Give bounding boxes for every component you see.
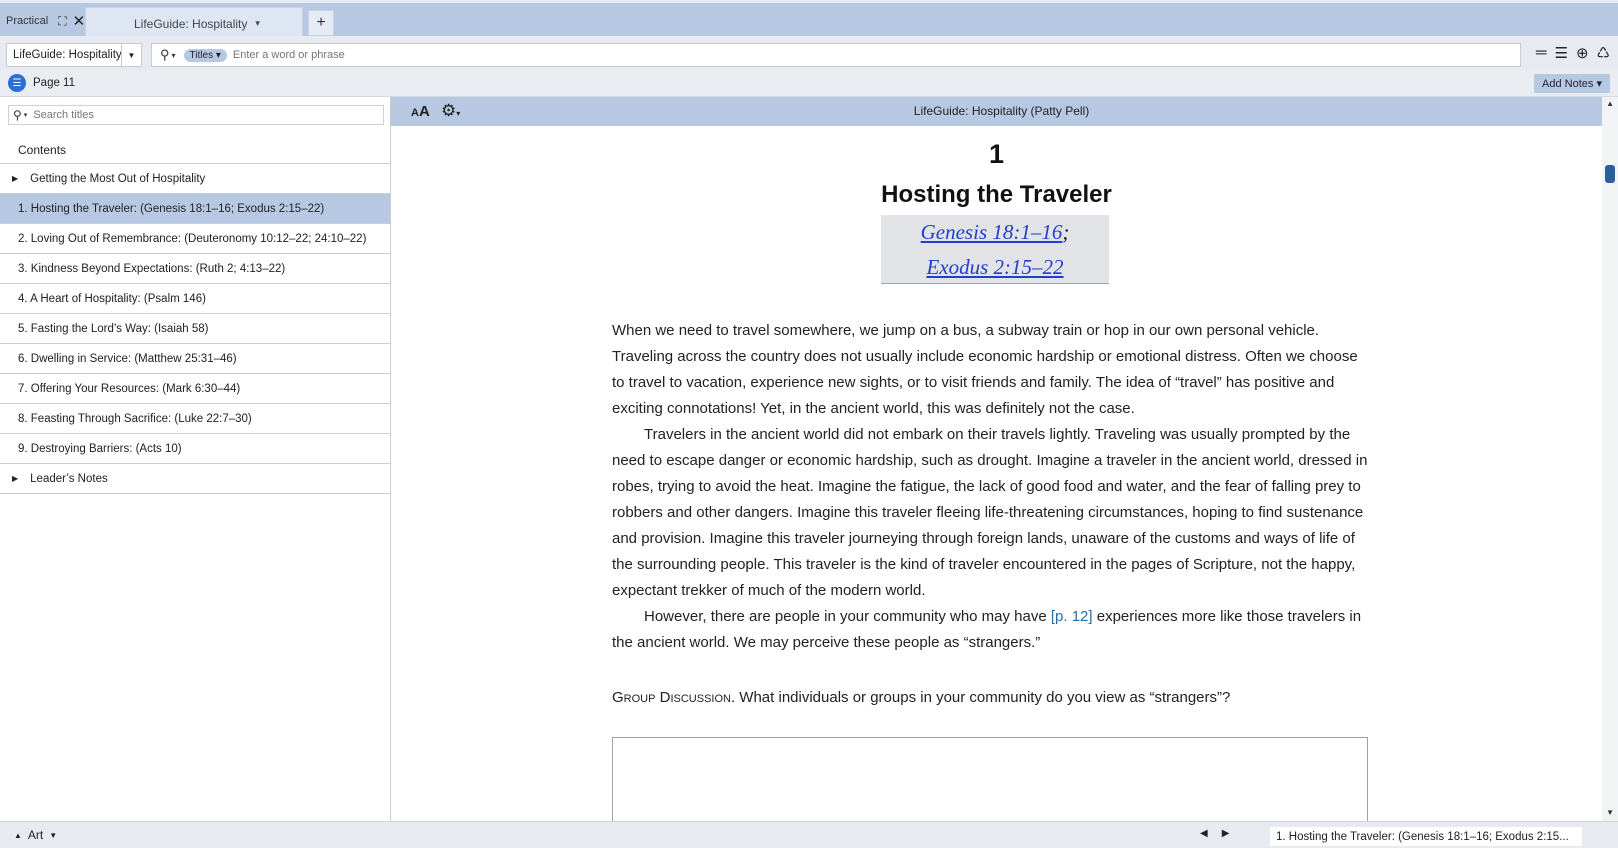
toc-item-label: 7. Offering Your Resources: (Mark 6:30–4… (18, 382, 241, 395)
toc-item[interactable]: 3. Kindness Beyond Expectations: (Ruth 2… (0, 254, 390, 284)
scroll-up-icon[interactable]: ▲ (1606, 99, 1614, 108)
title-search: ⚲ ▾ (8, 105, 384, 125)
back-icon[interactable]: ◀ (1200, 828, 1208, 839)
toolbar: LifeGuide: Hospitality ▼ ⚲ ▾ Titles ▾ ═ … (0, 36, 1618, 70)
sidebar: ⚲ ▾ Contents ▶ Getting the Most Out of Ho… (0, 97, 391, 821)
history-nav: ◀ ▶ (1200, 828, 1229, 839)
justify-lines-icon[interactable]: ☰ (1555, 44, 1568, 62)
page-row: ☰ Page 11 Add Notes ▾ (0, 70, 1618, 97)
book-name: LifeGuide: Hospitality (13, 49, 122, 61)
art-label: Art (27, 828, 44, 842)
toc-item[interactable]: 8. Feasting Through Sacrifice: (Luke 22:… (0, 404, 390, 434)
add-tab-button[interactable]: + (308, 10, 334, 36)
toc-item[interactable]: 6. Dwelling in Service: (Matthew 25:31–4… (0, 344, 390, 374)
expand-triangle-icon[interactable]: ▶ (12, 174, 18, 183)
scripture-link-genesis[interactable]: Genesis 18:1–16 (921, 220, 1063, 244)
toc-item-label: 6. Dwelling in Service: (Matthew 25:31–4… (18, 352, 237, 365)
search-bar: ⚲ ▾ Titles ▾ (151, 43, 1521, 67)
page-number-link[interactable]: [p. 12] (1051, 608, 1093, 625)
table-of-contents-icon[interactable]: ☰ (8, 74, 26, 92)
toc-item[interactable]: ▶ Getting the Most Out of Hospitality (0, 164, 390, 194)
toc-item[interactable]: ▶ Leader’s Notes (0, 464, 390, 494)
scripture-link-exodus[interactable]: Exodus 2:15–22 (926, 255, 1063, 279)
book-selector[interactable]: LifeGuide: Hospitality ▼ (6, 43, 142, 67)
art-panel-button[interactable]: ▲ Art ▼ (14, 828, 57, 842)
toc-item-label: 8. Feasting Through Sacrifice: (Luke 22:… (18, 412, 252, 425)
reader-pane: AA ⚙▾ LifeGuide: Hospitality (Patty Pell… (391, 97, 1618, 821)
forward-icon[interactable]: ▶ (1222, 828, 1230, 839)
resource-title: LifeGuide: Hospitality (Patty Pell) (913, 104, 1090, 118)
add-notes-button[interactable]: Add Notes ▾ (1534, 74, 1610, 93)
chevron-up-icon: ▲ (14, 830, 22, 840)
page-label: Page 11 (33, 77, 75, 89)
contents-heading: Contents (18, 143, 67, 157)
toc-item-label: Leader’s Notes (30, 472, 108, 485)
reader-header: AA ⚙▾ LifeGuide: Hospitality (Patty Pell… (391, 97, 1602, 126)
ref-separator: ; (1062, 220, 1070, 244)
tab-practical[interactable]: Practical ⛶ ✕ (0, 6, 86, 36)
search-input[interactable] (232, 49, 833, 61)
toc-item[interactable]: 9. Destroying Barriers: (Acts 10) (0, 434, 390, 464)
paragraph: However, there are people in your commun… (612, 604, 1372, 656)
chevron-down-icon[interactable]: ▼ (121, 44, 141, 66)
chevron-down-icon: ▼ (49, 830, 58, 840)
chapter-number: 1 (988, 139, 1005, 169)
search-icon[interactable]: ⚲ (160, 47, 170, 63)
scroll-thumb[interactable] (1605, 165, 1615, 183)
toc-item[interactable]: 1. Hosting the Traveler: (Genesis 18:1–1… (0, 194, 390, 224)
tab-lifeguide-hospitality[interactable]: LifeGuide: Hospitality ▾ (85, 7, 303, 39)
toc-item-label: 1. Hosting the Traveler: (Genesis 18:1–1… (18, 202, 325, 215)
discussion-question: What individuals or groups in your commu… (735, 689, 1231, 706)
toc-item-label: 9. Destroying Barriers: (Acts 10) (18, 442, 182, 455)
scripture-references: Genesis 18:1–16; Exodus 2:15–22 (881, 215, 1109, 284)
scroll-down-icon[interactable]: ▼ (1606, 808, 1614, 817)
location-field[interactable]: 1. Hosting the Traveler: (Genesis 18:1–1… (1270, 827, 1582, 846)
toc-list: ▶ Getting the Most Out of Hospitality 1. … (0, 163, 390, 494)
answer-textbox[interactable] (612, 737, 1368, 821)
status-bar: ▲ Art ▼ ◀ ▶ 1. Hosting the Traveler: (Ge… (0, 821, 1618, 848)
toc-item-label: 4. A Heart of Hospitality: (Psalm 146) (18, 292, 206, 305)
toolbar-icons: ═ ☰ ⊕ ♺ (1536, 44, 1610, 62)
toc-item-label: Getting the Most Out of Hospitality (30, 172, 206, 185)
chevron-down-icon: ▾ (1596, 78, 1602, 90)
toc-item[interactable]: 2. Loving Out of Remembrance: (Deuterono… (0, 224, 390, 254)
tab-practical-label: Practical (6, 15, 49, 27)
group-discussion: Group Discussion. What individuals or gr… (612, 689, 1372, 706)
body-text: When we need to travel somewhere, we jum… (612, 318, 1372, 656)
paragraph: Travelers in the ancient world did not e… (612, 426, 1368, 599)
search-scope-label: Titles (189, 49, 214, 61)
equals-icon[interactable]: ═ (1536, 44, 1547, 62)
title-search-input[interactable] (33, 109, 334, 121)
paragraph: When we need to travel somewhere, we jum… (612, 322, 1358, 417)
vertical-scrollbar[interactable]: ▲ ▼ (1602, 97, 1618, 821)
add-notes-label: Add Notes (1542, 77, 1594, 90)
chevron-down-icon[interactable]: ▾ (255, 18, 260, 29)
toc-item[interactable]: 4. A Heart of Hospitality: (Psalm 146) (0, 284, 390, 314)
toc-item[interactable]: 5. Fasting the Lord’s Way: (Isaiah 58) (0, 314, 390, 344)
tab-active-label: LifeGuide: Hospitality (134, 16, 248, 31)
toc-item[interactable]: 7. Offering Your Resources: (Mark 6:30–4… (0, 374, 390, 404)
paragraph-text: However, there are people in your commun… (644, 608, 1051, 625)
tab-bar: Practical ⛶ ✕ LifeGuide: Hospitality ▾ + (0, 0, 1618, 39)
add-circle-icon[interactable]: ⊕ (1576, 44, 1589, 62)
search-icon[interactable]: ⚲ (13, 108, 22, 122)
chevron-down-icon[interactable]: ▾ (24, 111, 28, 119)
toc-item-label: 2. Loving Out of Remembrance: (Deuterono… (18, 232, 367, 245)
fullscreen-icon[interactable]: ⛶ (58, 14, 66, 29)
chapter-title: Hosting the Traveler (881, 181, 1112, 208)
search-scope-pill[interactable]: Titles ▾ (183, 48, 227, 62)
close-icon[interactable]: ✕ (73, 12, 86, 30)
chevron-down-icon[interactable]: ▾ (172, 51, 176, 60)
expand-triangle-icon[interactable]: ▶ (12, 474, 18, 483)
recycle-icon[interactable]: ♺ (1597, 44, 1610, 62)
toc-item-label: 3. Kindness Beyond Expectations: (Ruth 2… (18, 262, 286, 275)
toc-item-label: 5. Fasting the Lord’s Way: (Isaiah 58) (18, 322, 209, 335)
discussion-label: Group Discussion. (612, 689, 736, 706)
